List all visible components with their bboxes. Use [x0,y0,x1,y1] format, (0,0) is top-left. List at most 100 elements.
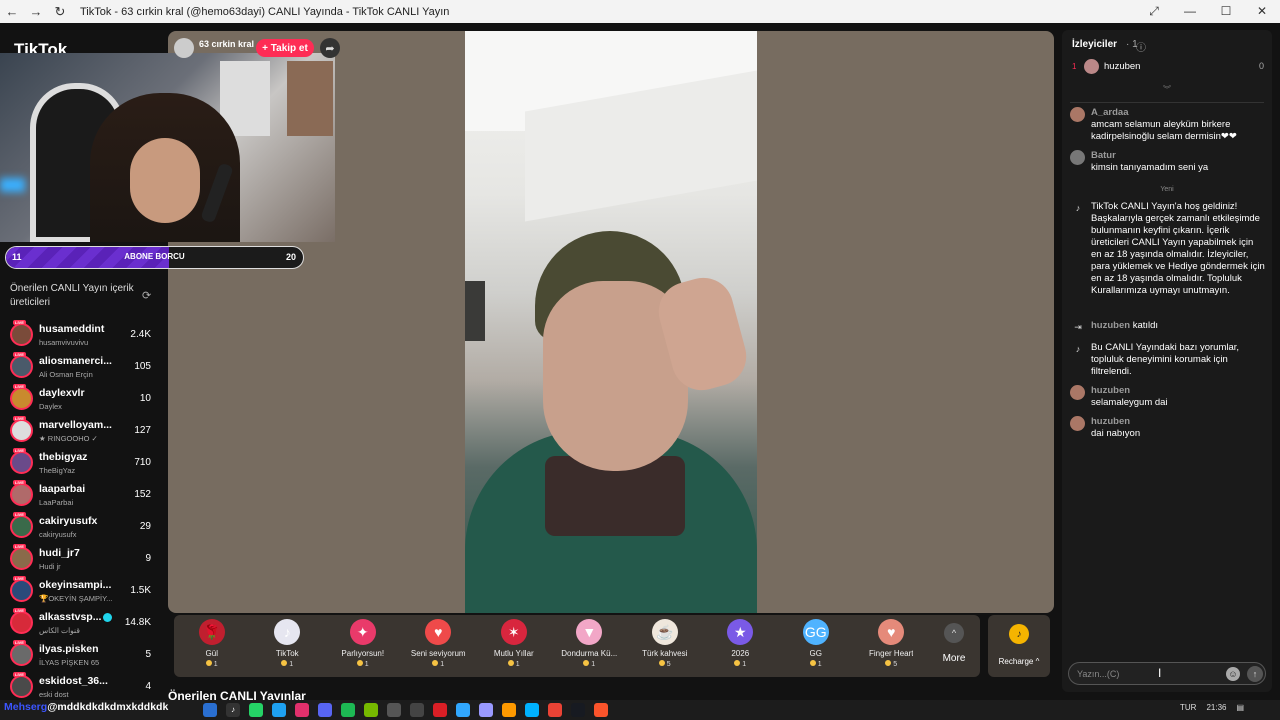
creator-name-text: alkasstvsp... [39,611,102,623]
send-icon[interactable]: ↑ [1247,666,1263,682]
webcam-overlay [0,53,335,242]
app-icon[interactable] [525,703,539,717]
gift-item[interactable]: ♪ TikTok 1 [250,615,326,677]
creator-subtitle: cakiryusufx [39,530,77,539]
sidebar-creator-item[interactable]: LIVE marvelloyam... ★ RINGOOHO ✓ 127 [0,415,165,447]
close-icon[interactable]: ✕ [1244,4,1280,19]
nvidia-icon[interactable] [364,703,378,717]
notification-icon[interactable]: ▤ [1236,703,1244,712]
obs-icon[interactable] [410,703,424,717]
chat-text: kimsin tanıyamadım seni ya [1091,162,1209,173]
chat-username[interactable]: Batur [1091,150,1116,161]
keyboard-language[interactable]: TUR [1180,703,1196,712]
live-badge: LIVE [13,512,26,517]
brave-icon[interactable] [594,703,608,717]
gift-name: TikTok [275,649,299,658]
info-icon[interactable]: ⓘ [1136,39,1146,54]
viewer-count: 1.5K [130,585,151,596]
gift-item[interactable]: GG GG 1 [778,615,854,677]
expand-icon[interactable]: ⤢ [1136,4,1172,19]
chat-panel: İzleyiciler · 1 ⓘ 1 huzuben 0 ︾ A_ardaa … [1062,30,1272,692]
follow-button[interactable]: + Takip et [256,39,314,57]
back-icon[interactable]: ← [0,0,24,23]
viewer-count: 152 [134,489,151,500]
maximize-icon[interactable]: ☐ [1208,4,1244,19]
app-icon[interactable] [272,703,286,717]
discord-icon[interactable] [318,703,332,717]
gift-item[interactable]: ✦ Parlıyorsun! 1 [325,615,401,677]
refresh-icon[interactable]: ⟳ [142,289,151,302]
gift-glyph: ♥ [887,624,896,640]
minimize-icon[interactable]: — [1172,4,1208,19]
viewer-count: 710 [134,457,151,468]
gift-item[interactable]: 🌹 Gül 1 [174,615,250,677]
goal-progress-bar: 11 ABONE BORCU 20 [5,246,304,269]
coin-icon [583,660,590,666]
sidebar-creator-item[interactable]: LIVE ilyas.pisken İLYAS PİŞKEN 65 5 [0,639,165,671]
tiktok-app-icon[interactable]: ♪ [226,703,240,717]
gift-item[interactable]: ♥ Seni seviyorum 1 [401,615,477,677]
steam-icon[interactable] [571,703,585,717]
reload-icon[interactable]: ↻ [48,0,72,23]
gift-item[interactable]: ✶ Mutlu Yıllar 1 [476,615,552,677]
avatar [10,579,33,602]
acrobat-icon[interactable] [433,703,447,717]
sidebar-creator-item[interactable]: LIVE aliosmanerci... Ali Osman Erçin 105 [0,351,165,383]
sidebar-creator-item[interactable]: LIVE hudi_jr7 Hudi jr 9 [0,543,165,575]
gift-glyph: ✦ [356,623,369,640]
forward-icon[interactable]: → [24,0,48,23]
emoji-icon[interactable]: ☺ [1226,667,1240,681]
gift-item[interactable]: ★ 2026 1 [703,615,779,677]
app-icon[interactable] [203,703,217,717]
coin-icon: ♪ [1009,624,1029,644]
chat-message: huzuben selamaleygum dai [1070,385,1266,411]
top-viewer-row[interactable]: 1 huzuben 0 [1072,59,1264,75]
streamer-avatar[interactable] [174,38,194,58]
photoshop-icon[interactable] [456,703,470,717]
more-gifts-button[interactable]: ^ More [929,615,979,677]
gift-name: Seni seviyorum [410,649,466,658]
gift-item[interactable]: ☕ Türk kahvesi 5 [627,615,703,677]
live-video[interactable] [465,31,757,613]
sidebar-creator-item[interactable]: LIVE eskidost_36... eski dost 4 [0,671,165,700]
streamer-name[interactable]: 63 cırkin kral [199,39,254,49]
chrome-icon[interactable] [548,703,562,717]
instagram-icon[interactable] [295,703,309,717]
creator-name: ilyas.pisken [39,643,119,655]
sidebar-creator-item[interactable]: LIVE husameddint husamvivuvivu 2.4K [0,319,165,351]
sidebar-creator-item[interactable]: LIVE alkasstvsp... قنوات الكاس 14.8K [0,607,165,639]
webcam-neon-light [0,178,25,192]
creator-subtitle: eski dost [39,690,69,699]
app-icon[interactable] [387,703,401,717]
gift-icon: ✦ [349,619,376,645]
join-username[interactable]: huzuben [1091,320,1130,331]
gift-price-value: 1 [364,661,369,668]
sidebar-creator-item[interactable]: LIVE okeyinsampi... 🏆OKEYİN ŞAMPİY... 1.5K [0,575,165,607]
premiere-icon[interactable] [479,703,493,717]
sidebar-creator-item[interactable]: LIVE laaparbai LaaParbai 152 [0,479,165,511]
clock[interactable]: 21:36 [1206,703,1226,712]
gift-item[interactable]: ▼ Dondurma Kü... 1 [552,615,628,677]
sidebar-creator-item[interactable]: LIVE cakiryusufx cakiryusufx 29 [0,511,165,543]
spotify-icon[interactable] [341,703,355,717]
share-icon[interactable]: ➦ [320,38,340,58]
illustrator-icon[interactable] [502,703,516,717]
expand-viewers-icon[interactable]: ︾ [1062,84,1272,95]
ticker-b: @mddkdkdkdmxkddkdk [47,701,169,713]
recharge-button[interactable]: ♪ Recharge ^ [988,615,1050,677]
avatar [1070,416,1085,431]
whatsapp-icon[interactable] [249,703,263,717]
sidebar-creator-item[interactable]: LIVE thebigyaz TheBigYaz 710 [0,447,165,479]
gift-icon: GG [802,619,829,645]
gift-item[interactable]: ♥ Finger Heart 5 [854,615,930,677]
taskbar [0,700,1280,720]
chat-username[interactable]: huzuben [1091,416,1130,427]
gift-icon: 🌹 [198,619,225,645]
sidebar-creator-item[interactable]: LIVE daylexvlr Daylex 10 [0,383,165,415]
viewer-score: 0 [1258,61,1264,71]
chat-username[interactable]: A_ardaa [1091,107,1129,118]
chat-username[interactable]: huzuben [1091,385,1130,396]
creator-subtitle: Hudi jr [39,562,61,571]
chat-input[interactable]: Yazın...(C) ☺ ↑ [1068,662,1266,685]
viewer-count: 105 [134,361,151,372]
